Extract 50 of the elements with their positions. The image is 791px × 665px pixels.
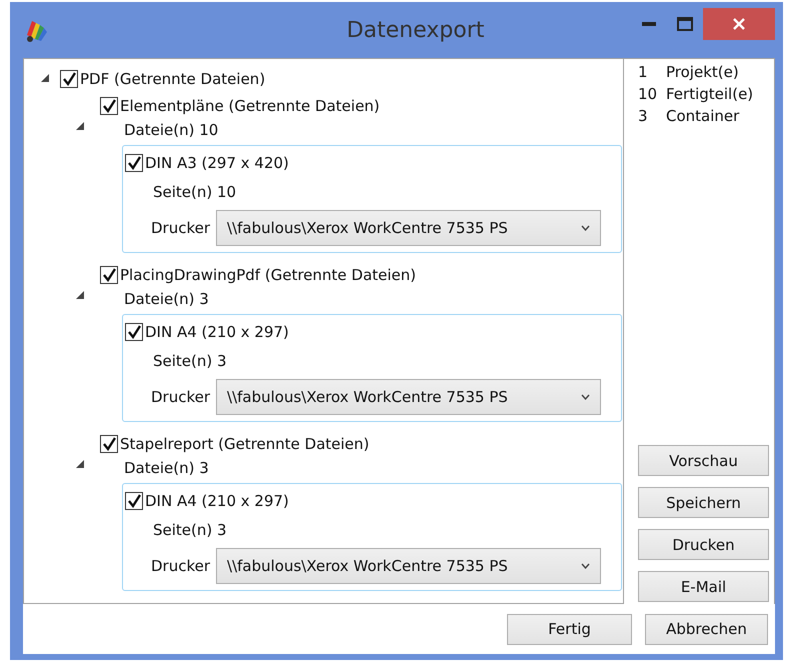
summary-count: 10 xyxy=(638,85,658,103)
page-count: Seite(n) 3 xyxy=(153,352,227,370)
window-title: Datenexport xyxy=(346,18,484,42)
summary-label: Projekt(e) xyxy=(666,63,740,81)
chevron-down-icon xyxy=(581,394,590,400)
side-button[interactable]: Speichern xyxy=(638,487,769,518)
checkbox[interactable] xyxy=(100,96,118,114)
tree-item-label[interactable]: PlacingDrawingPdf (Getrennte Dateien) xyxy=(120,266,416,284)
checkbox[interactable] xyxy=(60,70,78,88)
chevron-down-icon xyxy=(581,563,590,569)
side-button[interactable]: E-Mail xyxy=(638,571,769,602)
checkbox[interactable] xyxy=(100,266,118,284)
printer-dropdown[interactable]: \\fabulous\Xerox WorkCentre 7535 PS xyxy=(216,210,602,246)
close-icon xyxy=(732,17,746,31)
summary-label: Container xyxy=(666,107,740,125)
file-count: Dateie(n) 3 xyxy=(124,459,209,477)
summary-count: 3 xyxy=(638,107,649,125)
page-count: Seite(n) 10 xyxy=(153,183,236,201)
checkbox[interactable] xyxy=(125,492,143,510)
format-label[interactable]: DIN A3 (297 x 420) xyxy=(145,154,289,172)
side-button[interactable]: Drucken xyxy=(638,529,769,560)
format-label[interactable]: DIN A4 (210 x 297) xyxy=(145,323,289,341)
tree-item-label[interactable]: PDF (Getrennte Dateien) xyxy=(80,70,266,88)
close-button[interactable] xyxy=(702,8,775,40)
expanded-triangle-icon[interactable] xyxy=(76,122,84,131)
expanded-triangle-icon[interactable] xyxy=(76,291,84,300)
side-button[interactable]: Vorschau xyxy=(638,445,769,476)
minimize-icon xyxy=(642,22,656,26)
printer-label: Drucker xyxy=(151,557,210,575)
tree-item-label[interactable]: Elementpläne (Getrennte Dateien) xyxy=(120,96,380,114)
printer-dropdown[interactable]: \\fabulous\Xerox WorkCentre 7535 PS xyxy=(216,379,602,415)
expanded-triangle-icon[interactable] xyxy=(40,74,50,83)
format-label[interactable]: DIN A4 (210 x 297) xyxy=(145,492,289,510)
checkbox[interactable] xyxy=(100,434,118,452)
file-count: Dateie(n) 10 xyxy=(124,121,218,139)
summary-count: 1 xyxy=(638,63,649,81)
page-count: Seite(n) 3 xyxy=(153,521,227,539)
chevron-down-icon xyxy=(581,225,590,231)
maximize-icon xyxy=(676,17,693,31)
footer-button[interactable]: Abbrechen xyxy=(645,614,768,644)
tree-item-label[interactable]: Stapelreport (Getrennte Dateien) xyxy=(120,434,370,452)
expanded-triangle-icon[interactable] xyxy=(76,460,84,469)
summary-label: Fertigteil(e) xyxy=(666,85,754,103)
file-count: Dateie(n) 3 xyxy=(124,290,209,308)
checkbox[interactable] xyxy=(125,323,143,341)
footer-button[interactable]: Fertig xyxy=(507,614,632,644)
printer-dropdown[interactable]: \\fabulous\Xerox WorkCentre 7535 PS xyxy=(216,548,602,584)
printer-label: Drucker xyxy=(151,219,210,237)
printer-label: Drucker xyxy=(151,388,210,406)
checkbox[interactable] xyxy=(125,154,143,172)
